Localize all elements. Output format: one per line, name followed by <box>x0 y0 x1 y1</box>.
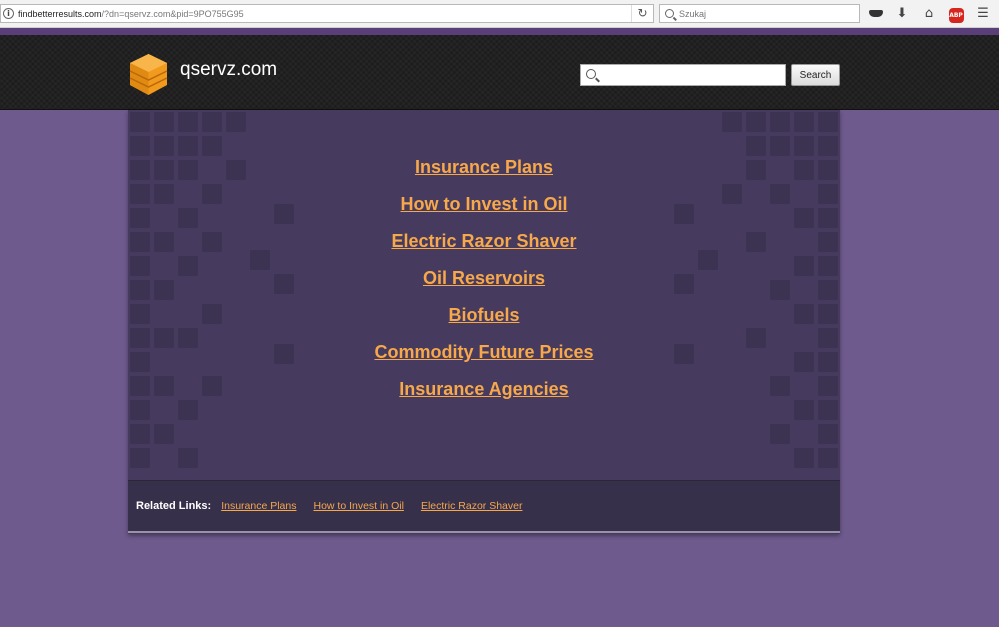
url-path: /?dn=qservz.com&pid=9PO755G95 <box>101 8 244 19</box>
site-search-input[interactable] <box>580 64 786 86</box>
link-oil-reservoirs[interactable]: Oil Reservoirs <box>423 268 545 288</box>
list-item: Insurance Plans <box>128 157 840 194</box>
site-name[interactable]: qservz.com <box>180 59 277 81</box>
info-icon[interactable]: i <box>3 8 14 19</box>
link-insurance-agencies[interactable]: Insurance Agencies <box>399 379 568 399</box>
adblock-label: ABP <box>948 8 964 23</box>
site-header: qservz.com Search <box>0 35 999 110</box>
list-item: Electric Razor Shaver <box>128 231 840 268</box>
link-commodity-future-prices[interactable]: Commodity Future Prices <box>374 342 593 362</box>
mask-icon[interactable] <box>867 5 885 23</box>
reload-icon[interactable]: ↻ <box>631 5 653 22</box>
address-bar[interactable]: i findbetterresults.com/?dn=qservz.com&p… <box>0 4 654 23</box>
list-item: Biofuels <box>128 305 840 342</box>
related-link-insurance-plans[interactable]: Insurance Plans <box>221 500 296 512</box>
list-item: Insurance Agencies <box>128 379 840 416</box>
sponsored-links-list: Insurance Plans How to Invest in Oil Ele… <box>128 157 840 416</box>
url-text[interactable]: findbetterresults.com/?dn=qservz.com&pid… <box>18 9 244 19</box>
hamburger-menu-icon[interactable]: ☰ <box>974 5 992 23</box>
url-host: findbetterresults.com <box>18 8 102 19</box>
home-icon[interactable]: ⌂ <box>920 5 938 23</box>
list-item: How to Invest in Oil <box>128 194 840 231</box>
related-link-electric-razor-shaver[interactable]: Electric Razor Shaver <box>421 500 523 512</box>
search-icon <box>665 9 674 18</box>
stacked-cube-logo-icon <box>129 54 168 95</box>
link-insurance-plans[interactable]: Insurance Plans <box>415 157 553 177</box>
list-item: Commodity Future Prices <box>128 342 840 379</box>
search-icon <box>586 69 596 79</box>
related-link-how-to-invest-in-oil[interactable]: How to Invest in Oil <box>313 500 403 512</box>
related-links-label: Related Links: <box>136 500 212 512</box>
related-links-bar: Related Links: Insurance Plans How to In… <box>128 480 840 533</box>
browser-search-box[interactable] <box>659 4 860 23</box>
adblock-icon[interactable]: ABP <box>947 5 965 23</box>
link-biofuels[interactable]: Biofuels <box>448 305 519 325</box>
browser-toolbar: i findbetterresults.com/?dn=qservz.com&p… <box>0 0 999 28</box>
list-item: Oil Reservoirs <box>128 268 840 305</box>
browser-search-input[interactable] <box>679 8 849 19</box>
link-how-to-invest-in-oil[interactable]: How to Invest in Oil <box>400 194 567 214</box>
search-button[interactable]: Search <box>791 64 840 86</box>
main-panel: Insurance Plans How to Invest in Oil Ele… <box>128 110 840 534</box>
download-icon[interactable]: ⬇ <box>893 5 911 23</box>
link-electric-razor-shaver[interactable]: Electric Razor Shaver <box>391 231 576 251</box>
accent-stripe <box>0 28 999 35</box>
